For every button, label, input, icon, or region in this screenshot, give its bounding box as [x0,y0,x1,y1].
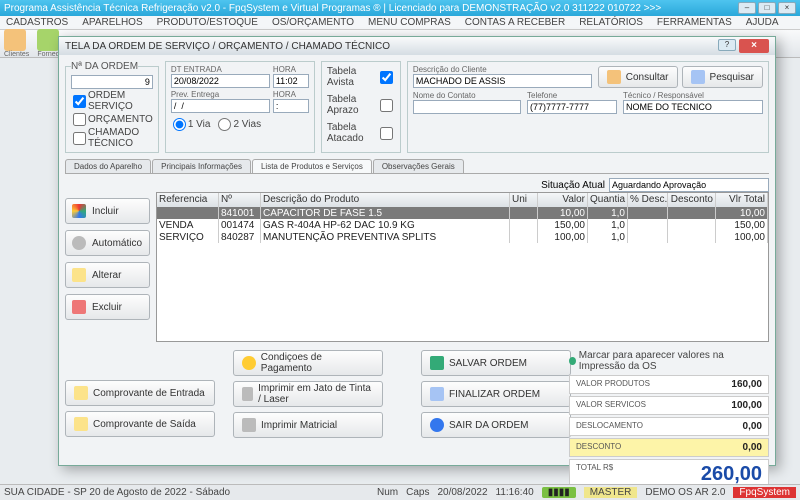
menu-contas-a-receber[interactable]: CONTAS A RECEBER [465,17,565,28]
check-icon [430,356,444,370]
condicoes-pagamento-button[interactable]: Condiçoes de Pagamento [233,350,383,376]
menu-menu-compras[interactable]: MENU COMPRAS [368,17,451,28]
sair-button[interactable]: SAIR DA ORDEM [421,412,571,438]
hora-entrada-input[interactable] [273,74,309,88]
consultar-button[interactable]: Consultar [598,66,678,88]
tabela-group: Tabela Avista Tabela Aprazo Tabela Ataca… [321,61,401,153]
ordem-label: Nª DA ORDEM [71,61,138,72]
tecnico-input[interactable] [623,100,763,114]
menu-cadastros[interactable]: CADASTROS [6,17,68,28]
deslocamento-line: DESLOCAMENTO0,00 [569,417,769,436]
marcar-label: Marcar para aparecer valores na Impressã… [579,350,769,372]
consultar-icon [607,70,621,84]
contato-input[interactable] [413,100,521,114]
tabela-atacado-checkbox[interactable] [380,127,393,140]
comprovante-entrada-button[interactable]: Comprovante de Entrada [65,380,215,406]
app-titlebar: Programa Assistência Técnica Refrigeraçã… [0,0,800,16]
chamado-checkbox[interactable] [73,132,86,145]
comprovante-saida-button[interactable]: Comprovante de Saída [65,411,215,437]
automatico-button[interactable]: Automático [65,230,150,256]
exit-icon [430,418,444,432]
marker-dot-icon [569,357,576,365]
prev-hora-input[interactable] [273,99,309,113]
tab-3[interactable]: Observações Gerais [373,159,464,173]
incluir-icon [72,204,86,218]
incluir-button[interactable]: Incluir [65,198,150,224]
finalizar-button[interactable]: FINALIZAR ORDEM [421,381,571,407]
alterar-button[interactable]: Alterar [65,262,150,288]
barcode-icon [72,236,86,250]
status-brand: FpqSystem [733,487,796,498]
progress-indicator: ▮▮▮▮ [542,487,576,498]
ordem-servico-checkbox[interactable] [73,95,86,108]
entrada-group: DT ENTRADA HORA Prev. Entrega HORA 1 Via… [165,61,315,153]
printer-icon [242,387,253,401]
situacao-label: Situação Atual [541,180,605,191]
cliente-input[interactable] [413,74,592,88]
via2-radio[interactable] [218,118,231,131]
alterar-icon [72,268,86,282]
pesquisar-button[interactable]: Pesquisar [682,66,763,88]
prev-entrega-input[interactable] [171,99,270,113]
imprimir-matricial-button[interactable]: Imprimir Matricial [233,412,383,438]
telefone-input[interactable] [527,100,617,114]
receipt-out-icon [74,417,88,431]
valor-servicos-line: VALOR SERVICOS100,00 [569,396,769,415]
app-title: Programa Assistência Técnica Refrigeraçã… [4,3,661,14]
dialog-close-button[interactable]: × [739,39,769,53]
tab-0[interactable]: Dados do Aparelho [65,159,151,173]
menu-relat-rios[interactable]: RELATÓRIOS [579,17,643,28]
valor-produtos-line: VALOR PRODUTOS160,00 [569,375,769,394]
minimize-button[interactable]: – [738,2,756,14]
via1-radio[interactable] [173,118,186,131]
orcamento-checkbox[interactable] [73,113,86,126]
tabs: Dados do AparelhoPrincipais InformaçõesL… [65,159,769,174]
statusbar: SUA CIDADE - SP 20 de Agosto de 2022 - S… [0,484,800,500]
status-demo: DEMO OS AR 2.0 [645,487,725,498]
ordem-input[interactable] [71,75,153,89]
tab-2[interactable]: Lista de Produtos e Serviços [252,159,372,173]
situacao-select[interactable] [609,178,769,192]
fornec-label: Fornec [37,51,59,58]
receipt-in-icon [74,386,88,400]
close-button[interactable]: × [778,2,796,14]
finish-icon [430,387,444,401]
status-location: SUA CIDADE - SP 20 de Agosto de 2022 - S… [4,487,230,498]
grid-header: ReferenciaNºDescrição do ProdutoUniValor… [157,193,768,207]
clientes-icon[interactable] [4,29,26,51]
imprimir-jato-button[interactable]: Imprimir em Jato de Tinta / Laser [233,381,383,407]
fornecedores-icon[interactable] [37,29,59,51]
menu-os-or-amento[interactable]: OS/ORÇAMENTO [272,17,354,28]
menubar: CADASTROS APARELHOS PRODUTO/ESTOQUE OS/ORÇA… [0,16,800,30]
dialog-help-button[interactable]: ? [718,39,736,51]
menu-ferramentas[interactable]: FERRAMENTAS [657,17,732,28]
menu-ajuda[interactable]: AJUDA [746,17,779,28]
produtos-grid[interactable]: ReferenciaNºDescrição do ProdutoUniValor… [156,192,769,342]
clientes-label: Clientes [4,51,29,58]
excluir-button[interactable]: Excluir [65,294,150,320]
salvar-button[interactable]: SALVAR ORDEM [421,350,571,376]
status-master: MASTER [584,487,638,498]
numero-ordem-group: Nª DA ORDEM ORDEM SERVIÇO ORÇAMENTO CHAM… [65,61,159,153]
table-row[interactable]: SERVIÇO840287MANUTENÇÃO PREVENTIVA SPLIT… [157,231,768,243]
excluir-icon [72,300,86,314]
cliente-group: Descrição do Cliente Consultar Pesquisar… [407,61,769,153]
coins-icon [242,356,256,370]
pesquisar-icon [691,70,705,84]
printer-icon [242,418,256,432]
table-row[interactable]: VENDA001474GAS R-404A HP-62 DAC 10.9 KG1… [157,219,768,231]
dialog-titlebar: TELA DA ORDEM DE SERVIÇO / ORÇAMENTO / C… [59,37,775,55]
maximize-button[interactable]: □ [758,2,776,14]
dialog-title: TELA DA ORDEM DE SERVIÇO / ORÇAMENTO / C… [65,41,390,52]
data-entrada-input[interactable] [171,74,270,88]
tabela-aprazo-checkbox[interactable] [380,99,393,112]
menu-aparelhos[interactable]: APARELHOS [82,17,142,28]
tabela-avista-checkbox[interactable] [380,71,393,84]
tab-1[interactable]: Principais Informações [152,159,251,173]
menu-produto-estoque[interactable]: PRODUTO/ESTOQUE [157,17,258,28]
desconto-line: DESCONTO0,00 [569,438,769,457]
table-row[interactable]: 841001CAPACITOR DE FASE 1.510,001,010,00 [157,207,768,219]
ordem-servico-dialog: TELA DA ORDEM DE SERVIÇO / ORÇAMENTO / C… [58,36,776,466]
